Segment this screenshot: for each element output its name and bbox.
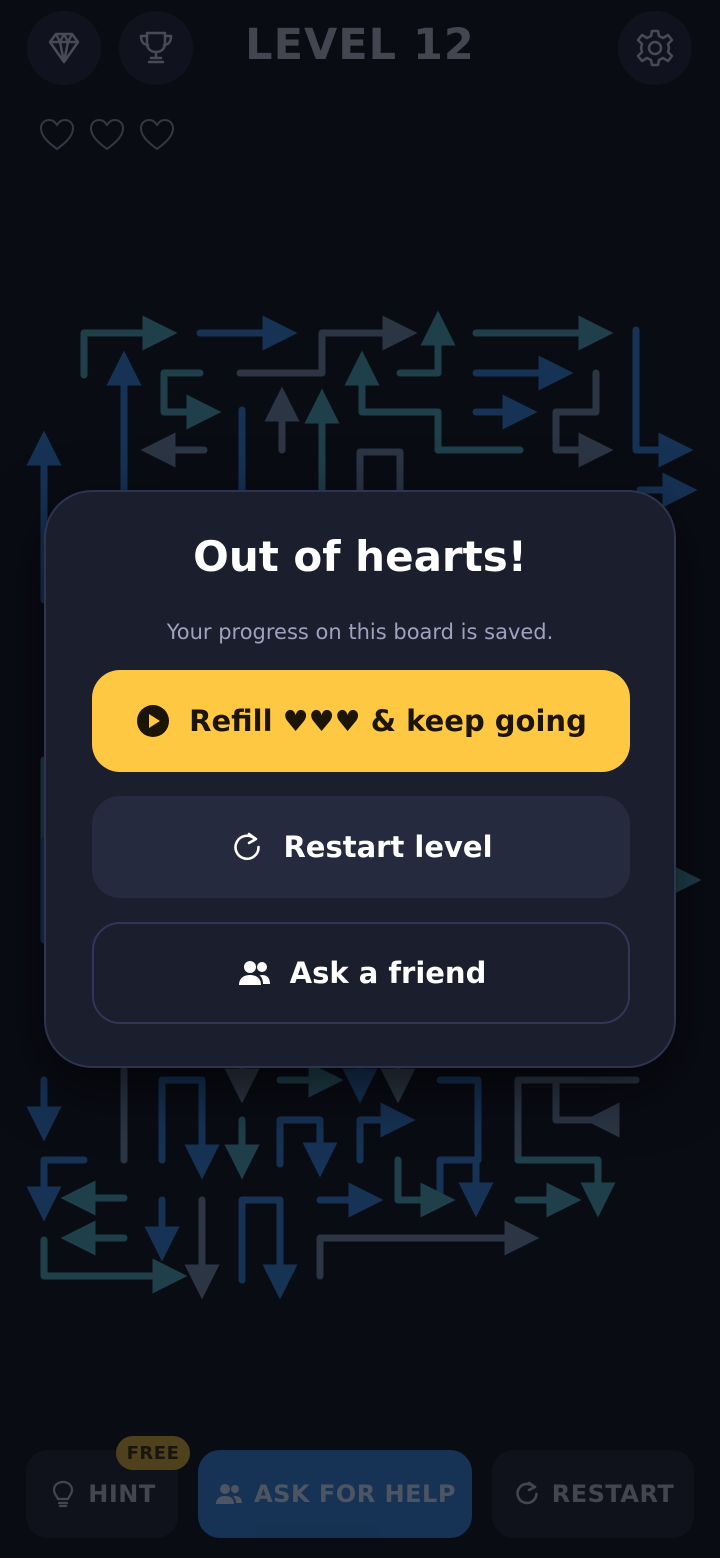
play-icon: [137, 705, 170, 737]
arrow[interactable]: [40, 1236, 188, 1294]
settings-button[interactable]: [618, 11, 692, 85]
arrow[interactable]: [316, 1220, 540, 1280]
arrow[interactable]: [436, 1076, 482, 1204]
level-title: LEVEL 12: [245, 20, 475, 70]
users-icon: [238, 961, 270, 985]
restart-level-button[interactable]: Restart level: [92, 796, 630, 898]
free-badge: FREE: [116, 1436, 190, 1470]
refill-label: Refill ♥♥♥ & keep going: [189, 704, 587, 738]
game-screen: LEVEL 12 HINT FREE ASK FOR HELP RESTART …: [0, 0, 720, 1558]
arrow[interactable]: [552, 369, 614, 468]
out-of-hearts-dialog: Out of hearts! Your progress on this boa…: [44, 490, 676, 1068]
arrow[interactable]: [356, 448, 404, 494]
refill-hearts-button[interactable]: Refill ♥♥♥ & keep going: [92, 670, 630, 772]
dialog-subtitle: Your progress on this board is saved.: [166, 620, 554, 644]
hearts-row: [38, 116, 176, 158]
ask-a-friend-label: Ask a friend: [289, 956, 487, 990]
ask-for-help-label: ASK FOR HELP: [254, 1480, 456, 1508]
lightbulb-icon: [53, 1480, 74, 1508]
ask-a-friend-button[interactable]: Ask a friend: [92, 922, 630, 1024]
arrow[interactable]: [552, 1076, 602, 1124]
arrow[interactable]: [344, 350, 404, 416]
arrow[interactable]: [158, 1076, 220, 1180]
restart-icon: [234, 832, 261, 861]
restart-icon: [515, 1481, 538, 1505]
arrow[interactable]: [276, 1116, 338, 1178]
heart-empty-icon: [38, 116, 76, 158]
heart-empty-icon: [88, 116, 126, 158]
ask-for-help-button[interactable]: ASK FOR HELP: [198, 1450, 472, 1538]
hint-label: HINT: [88, 1480, 156, 1508]
arrow[interactable]: [396, 408, 524, 454]
arrow[interactable]: [394, 1156, 456, 1218]
arrow[interactable]: [514, 1156, 616, 1218]
restart-button[interactable]: RESTART: [492, 1450, 694, 1538]
arrow[interactable]: [632, 326, 694, 468]
arrow[interactable]: [160, 369, 222, 430]
arrow[interactable]: [238, 1196, 298, 1300]
dialog-title: Out of hearts!: [193, 532, 527, 581]
heart-empty-icon: [138, 116, 176, 158]
arrow[interactable]: [356, 1102, 416, 1164]
restart-level-label: Restart level: [283, 830, 493, 864]
restart-label: RESTART: [551, 1480, 675, 1508]
arrow[interactable]: [396, 310, 456, 377]
gear-icon: [636, 29, 674, 67]
users-icon: [216, 1484, 243, 1504]
arrow[interactable]: [236, 315, 418, 377]
